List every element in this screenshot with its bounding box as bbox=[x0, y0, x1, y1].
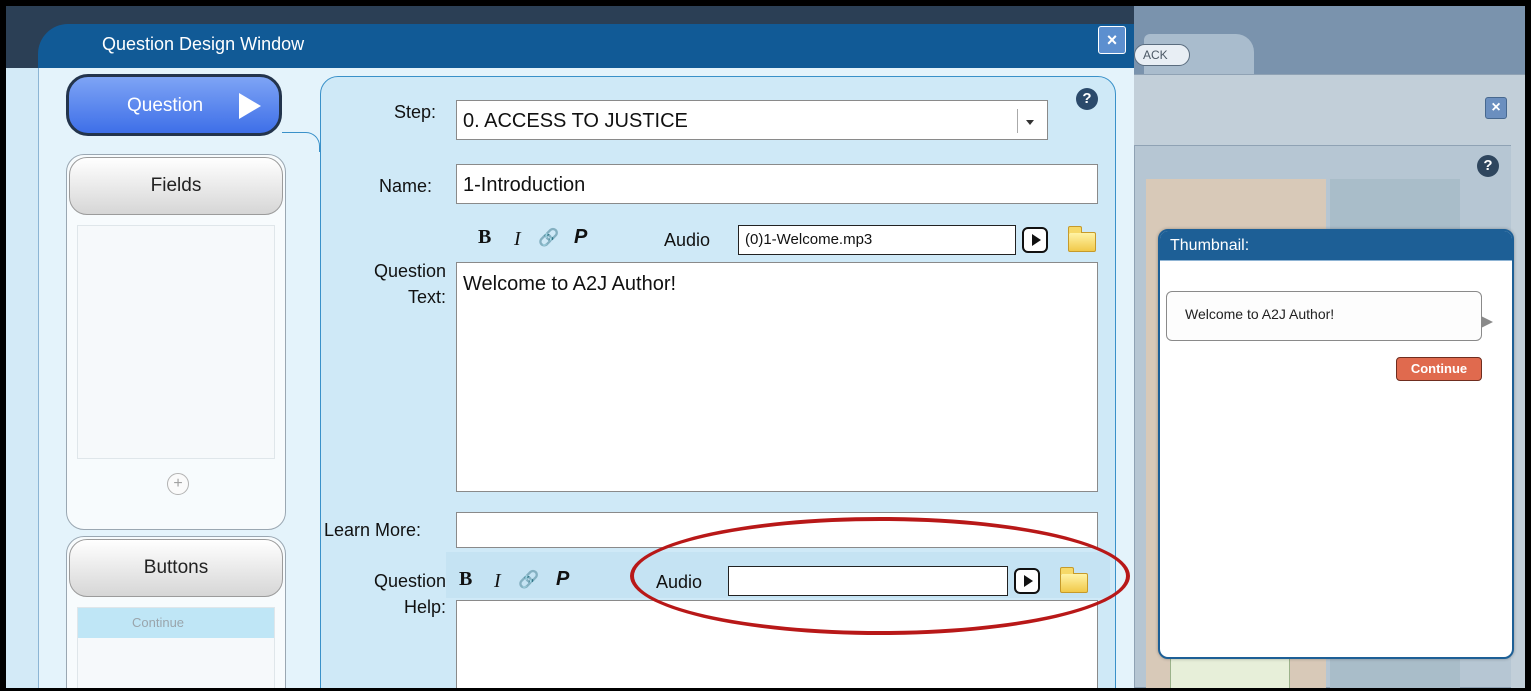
thumbnail-continue-button[interactable]: Continue bbox=[1396, 357, 1482, 381]
chevron-down-icon[interactable] bbox=[1017, 109, 1041, 133]
highlight-annotation-oval bbox=[630, 517, 1130, 635]
paragraph-button[interactable]: P bbox=[574, 226, 587, 249]
question-design-window: Question Design Window × Question Fields… bbox=[6, 6, 1134, 688]
bold-button[interactable]: B bbox=[478, 226, 491, 249]
window-title: Question Design Window bbox=[102, 34, 305, 54]
step-select[interactable]: 0. ACCESS TO JUSTICE bbox=[456, 100, 1048, 140]
screenshot-frame: ACK × ? Thumbnail: Welcome to A2J Author… bbox=[0, 0, 1531, 691]
help-italic-button[interactable]: I bbox=[494, 570, 501, 593]
fields-panel: Fields + bbox=[66, 154, 286, 530]
question-text-editor[interactable]: Welcome to A2J Author! bbox=[456, 262, 1098, 492]
background-help-icon[interactable]: ? bbox=[1477, 155, 1499, 177]
close-icon[interactable]: × bbox=[1098, 26, 1126, 54]
thumbnail-header: Thumbnail: bbox=[1160, 231, 1512, 261]
name-input[interactable]: 1-Introduction bbox=[456, 164, 1098, 204]
list-item[interactable]: Continue bbox=[78, 608, 274, 638]
question-help-label-line2: Help: bbox=[403, 597, 446, 617]
question-text-label-line1: Question bbox=[373, 261, 446, 281]
add-field-icon[interactable]: + bbox=[167, 473, 189, 495]
step-select-value: 0. ACCESS TO JUSTICE bbox=[463, 110, 688, 132]
background-app: ACK × ? Thumbnail: Welcome to A2J Author… bbox=[1134, 6, 1525, 688]
question-text-label: Question Text: bbox=[354, 258, 446, 310]
play-arrow-icon bbox=[239, 93, 261, 119]
link-icon[interactable]: 🔗 bbox=[538, 228, 559, 248]
tab-question[interactable]: Question bbox=[66, 74, 282, 136]
thumbnail-panel: Thumbnail: Welcome to A2J Author! Contin… bbox=[1158, 229, 1514, 659]
italic-button[interactable]: I bbox=[514, 228, 521, 251]
question-audio-input[interactable]: (0)1-Welcome.mp3 bbox=[738, 225, 1016, 255]
step-label: Step: bbox=[394, 102, 437, 122]
question-help-label: Question Help: bbox=[354, 568, 446, 620]
background-window: × ? Thumbnail: Welcome to A2J Author! Co… bbox=[1134, 74, 1525, 688]
play-icon[interactable] bbox=[1022, 227, 1048, 253]
help-paragraph-button[interactable]: P bbox=[556, 568, 569, 591]
question-help-label-line1: Question bbox=[373, 571, 446, 591]
question-text-label-line2: Text: bbox=[407, 287, 446, 307]
back-button[interactable]: ACK bbox=[1134, 44, 1190, 66]
folder-icon[interactable] bbox=[1068, 226, 1096, 252]
help-link-icon[interactable]: 🔗 bbox=[518, 570, 539, 590]
background-close-icon[interactable]: × bbox=[1485, 97, 1507, 119]
tab-fields[interactable]: Fields bbox=[69, 157, 283, 215]
help-bold-button[interactable]: B bbox=[459, 568, 472, 591]
buttons-panel: Buttons Continue bbox=[66, 536, 286, 688]
fields-list[interactable] bbox=[77, 225, 275, 459]
map-node[interactable] bbox=[1170, 655, 1290, 688]
tab-question-label: Question bbox=[126, 95, 204, 116]
name-label: Name: bbox=[379, 176, 433, 196]
title-bar: Question Design Window × bbox=[6, 6, 1134, 68]
tab-connector bbox=[282, 132, 320, 152]
tab-buttons[interactable]: Buttons bbox=[69, 539, 283, 597]
audio-label: Audio bbox=[664, 230, 711, 250]
thumbnail-question-bubble: Welcome to A2J Author! bbox=[1166, 291, 1493, 341]
buttons-list: Continue bbox=[77, 607, 275, 688]
learn-more-label: Learn More: bbox=[324, 520, 422, 540]
help-icon[interactable]: ? bbox=[1076, 88, 1098, 110]
